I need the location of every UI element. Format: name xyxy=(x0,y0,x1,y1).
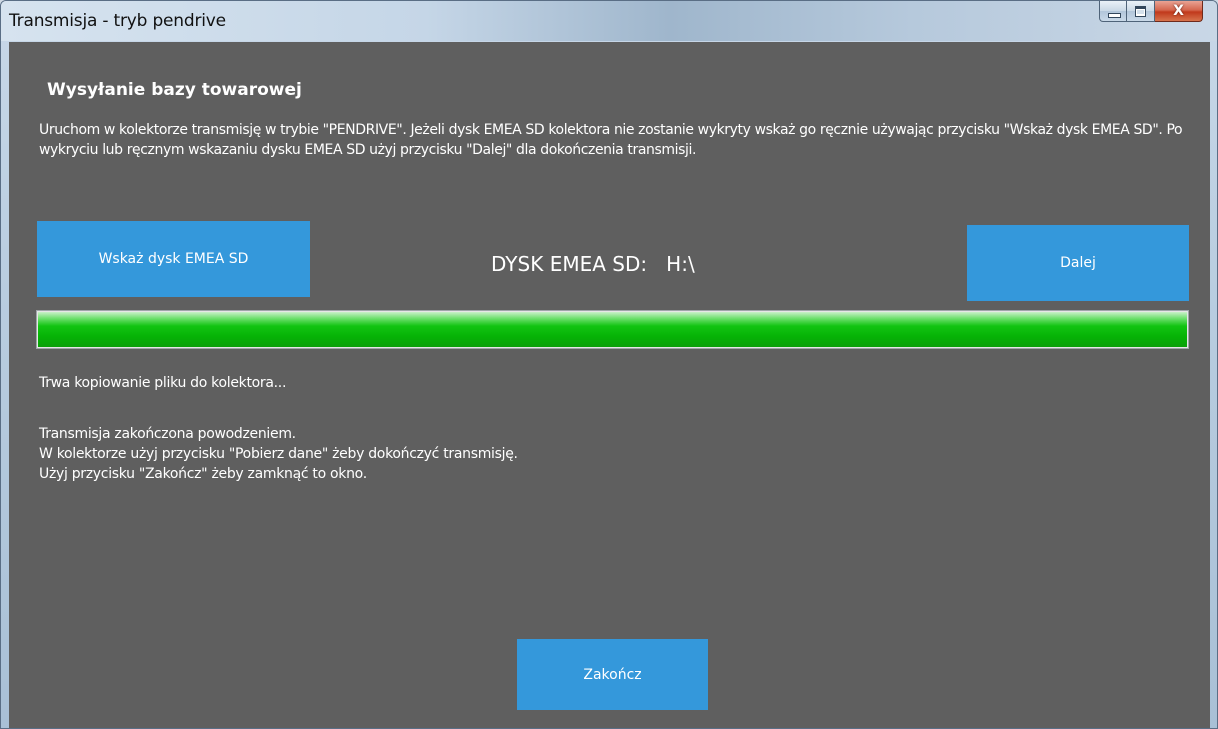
caption-buttons: X xyxy=(1099,1,1203,23)
next-button[interactable]: Dalej xyxy=(967,225,1189,301)
minimize-icon xyxy=(1108,13,1121,18)
progress-fill xyxy=(38,312,1187,347)
maximize-icon xyxy=(1135,6,1146,17)
progress-bar xyxy=(36,310,1189,349)
close-button[interactable]: X xyxy=(1155,1,1203,22)
result-line: W kolektorze użyj przycisku "Pobierz dan… xyxy=(39,446,518,462)
disk-label: DYSK EMEA SD: H:\ xyxy=(491,252,695,276)
window-title: Transmisja - tryb pendrive xyxy=(9,11,226,31)
transmission-window: Transmisja - tryb pendrive X Wysyłanie b… xyxy=(0,0,1218,729)
page-heading: Wysyłanie bazy towarowej xyxy=(47,80,302,100)
select-disk-button[interactable]: Wskaż dysk EMEA SD xyxy=(37,221,310,297)
window-content: Wysyłanie bazy towarowej Uruchom w kolek… xyxy=(9,42,1210,728)
minimize-button[interactable] xyxy=(1099,1,1127,22)
finish-button[interactable]: Zakończ xyxy=(517,639,708,710)
result-line: Transmisja zakończona powodzeniem. xyxy=(39,426,296,442)
status-text: Trwa kopiowanie pliku do kolektora... xyxy=(39,375,287,391)
result-line: Użyj przycisku "Zakończ" żeby zamknąć to… xyxy=(39,466,367,482)
close-icon: X xyxy=(1173,3,1184,19)
result-message: Transmisja zakończona powodzeniem. W kol… xyxy=(39,424,518,484)
title-bar[interactable]: Transmisja - tryb pendrive X xyxy=(1,1,1217,41)
maximize-button[interactable] xyxy=(1127,1,1155,22)
instructions-text: Uruchom w kolektorze transmisję w trybie… xyxy=(39,122,1183,158)
